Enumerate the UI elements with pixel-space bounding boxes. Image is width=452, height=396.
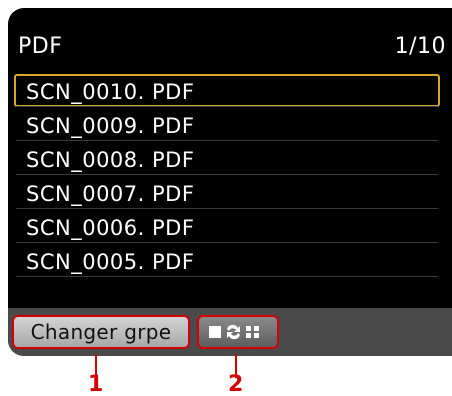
- screen-title: PDF: [18, 34, 63, 59]
- file-item[interactable]: SCN_0008. PDF: [14, 142, 440, 175]
- file-list: SCN_0010. PDF SCN_0009. PDF SCN_0008. PD…: [14, 74, 440, 278]
- file-item[interactable]: SCN_0006. PDF: [14, 210, 440, 243]
- file-item-selected[interactable]: SCN_0010. PDF: [14, 74, 440, 107]
- title-bar: PDF 1/10: [8, 8, 452, 70]
- page-indicator: 1/10: [394, 34, 446, 59]
- view-toggle-button[interactable]: [197, 315, 279, 349]
- callout-number-2: 2: [228, 372, 244, 396]
- file-item[interactable]: SCN_0005. PDF: [14, 244, 440, 277]
- file-item[interactable]: SCN_0009. PDF: [14, 108, 440, 141]
- change-group-button[interactable]: Changer grpe: [12, 315, 190, 349]
- printer-lcd-screen: PDF 1/10 SCN_0010. PDF SCN_0009. PDF SCN…: [8, 8, 452, 356]
- file-item[interactable]: SCN_0007. PDF: [14, 176, 440, 209]
- view-toggle-icon: [209, 324, 259, 340]
- bottom-bar: Changer grpe: [8, 308, 452, 356]
- callout-number-1: 1: [88, 372, 104, 396]
